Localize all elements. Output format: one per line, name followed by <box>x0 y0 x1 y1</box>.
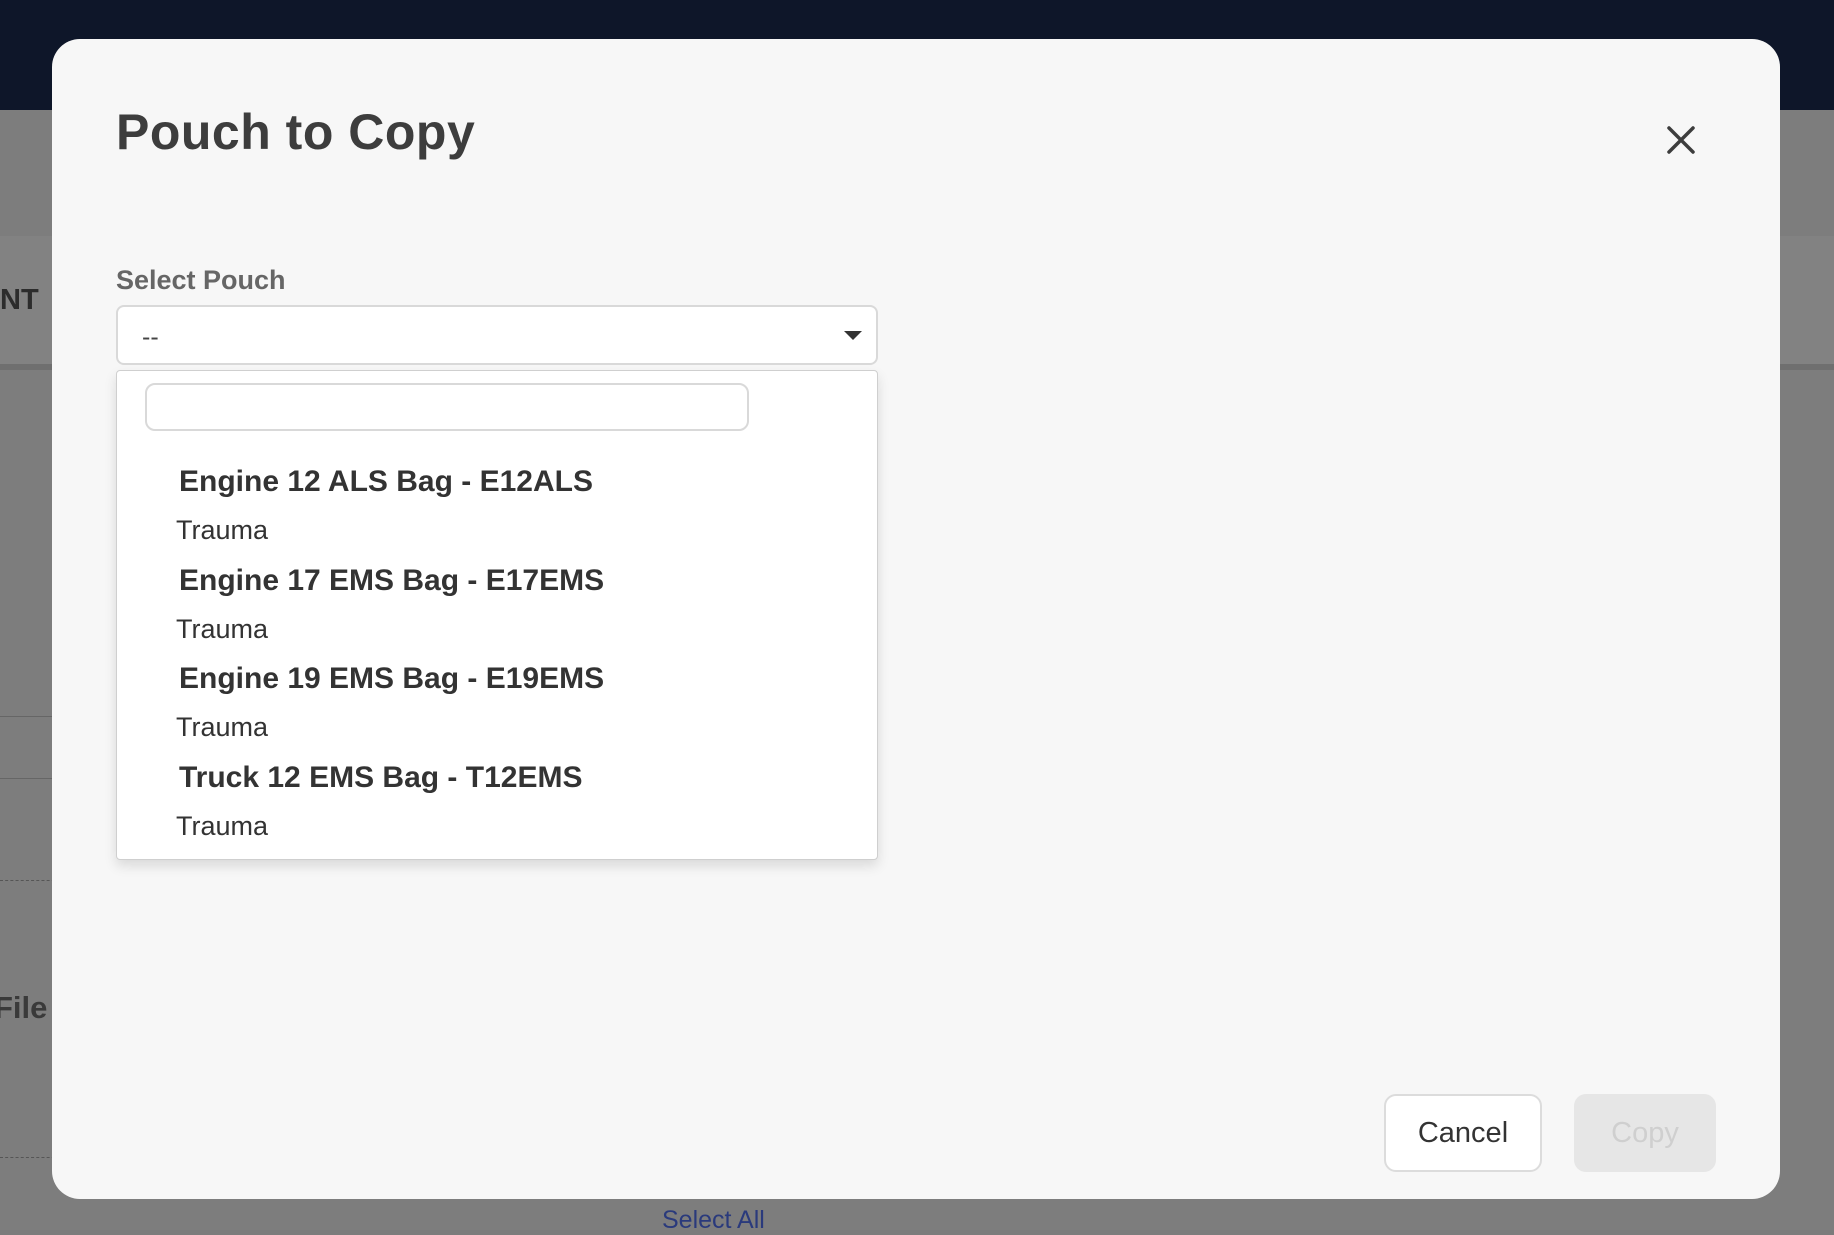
option-group-title: Truck 12 EMS Bag - T12EMS <box>179 761 583 794</box>
background-divider <box>0 716 60 717</box>
close-icon <box>1667 126 1695 154</box>
pouch-search-input[interactable] <box>145 383 749 431</box>
option-item-trauma[interactable]: Trauma <box>176 712 268 743</box>
option-group-title: Engine 19 EMS Bag - E19EMS <box>179 662 605 695</box>
select-pouch-dropdown[interactable]: -- <box>116 305 878 365</box>
background-divider <box>0 778 60 779</box>
select-pouch-options-panel: Engine 12 ALS Bag - E12ALS Trauma Engine… <box>116 370 878 860</box>
background-dashed-divider <box>0 1157 60 1158</box>
copy-button[interactable]: Copy <box>1574 1094 1716 1172</box>
cancel-button[interactable]: Cancel <box>1384 1094 1542 1172</box>
background-dashed-divider <box>0 880 60 881</box>
option-item-trauma[interactable]: Trauma <box>176 614 268 645</box>
option-group-title: Engine 12 ALS Bag - E12ALS <box>179 465 593 498</box>
option-item-trauma[interactable]: Trauma <box>176 811 268 842</box>
select-pouch-label: Select Pouch <box>116 265 286 295</box>
modal-title: Pouch to Copy <box>116 104 476 160</box>
pouch-to-copy-modal: Pouch to Copy Select Pouch -- Engine 12 … <box>52 39 1780 1199</box>
background-select-all-link: Select All <box>662 1206 765 1234</box>
option-item-trauma[interactable]: Trauma <box>176 515 268 546</box>
close-button[interactable] <box>1652 111 1710 169</box>
background-partial-header-text: NT <box>0 284 39 316</box>
caret-down-icon <box>844 331 862 340</box>
select-pouch-value: -- <box>142 323 159 351</box>
option-group-title: Engine 17 EMS Bag - E17EMS <box>179 564 605 597</box>
